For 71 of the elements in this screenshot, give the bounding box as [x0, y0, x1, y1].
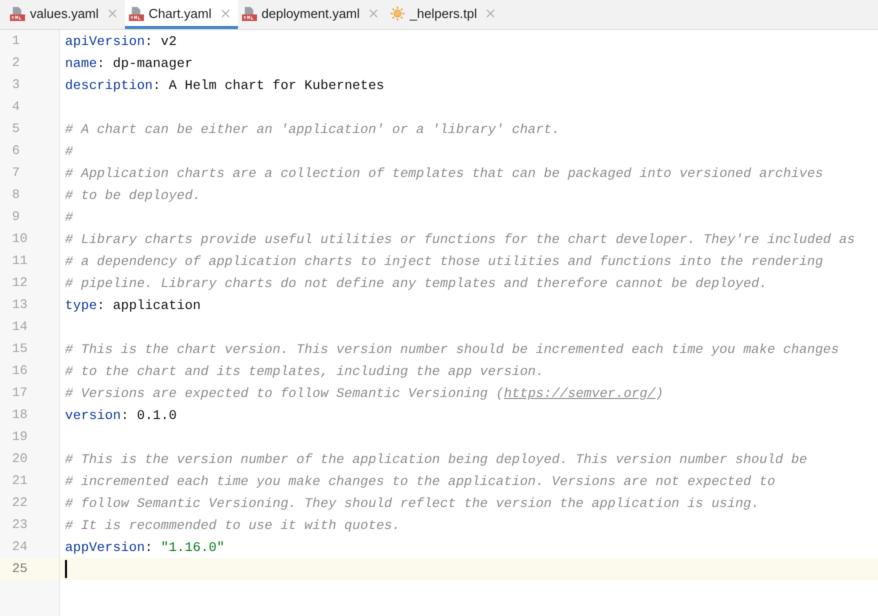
- line-number: 18: [11, 406, 29, 424]
- close-icon[interactable]: [220, 8, 230, 18]
- close-icon[interactable]: [368, 8, 378, 18]
- line-number: 20: [11, 450, 29, 468]
- line-number: 16: [11, 362, 29, 380]
- comment: #: [65, 144, 73, 158]
- line-number: 9: [11, 208, 21, 226]
- line-number: 5: [11, 120, 21, 138]
- yaml-value: v2: [160, 34, 177, 48]
- line-number: 21: [11, 472, 29, 490]
- comment: # to the chart and its templates, including the app version.: [65, 364, 544, 378]
- close-icon[interactable]: [486, 8, 495, 18]
- colon: :: [120, 408, 129, 422]
- file-tab[interactable]: values.yaml: [6, 0, 125, 29]
- line-number: 8: [11, 186, 21, 204]
- line-number: 12: [11, 274, 29, 292]
- comment: # to be deployed.: [65, 188, 201, 202]
- close-icon[interactable]: [108, 8, 117, 18]
- yaml-key: apiVersion: [65, 34, 145, 48]
- yaml-value: A Helm chart for Kubernetes: [168, 78, 384, 92]
- yaml-value: 0.1.0: [136, 408, 177, 422]
- line-number: 22: [11, 494, 29, 512]
- file-tab[interactable]: _helpers.tpl: [386, 0, 503, 29]
- yaml-key: name: [65, 56, 97, 70]
- yaml-value: dp-manager: [112, 56, 193, 70]
- text-cursor: [65, 560, 67, 578]
- comment: # Library charts provide useful utilities or functions for the chart developer. They're included as: [65, 232, 855, 246]
- colon: :: [144, 34, 153, 48]
- comment: # A chart can be either an 'application' or a 'library' chart.: [65, 122, 560, 136]
- yaml-value: "1.16.0": [160, 540, 225, 554]
- comment: # a dependency of application charts to inject those utilities and functions into the rendering: [65, 254, 824, 268]
- line-number: 25: [0, 558, 59, 580]
- yaml-file-icon: [10, 6, 25, 20]
- comment: # Versions are expected to follow Semantic Versioning (https://semver.org/): [65, 386, 664, 400]
- yaml-key: description: [65, 78, 153, 92]
- line-number: 6: [11, 142, 21, 160]
- sun-icon: [390, 6, 405, 20]
- line-number: 24: [11, 538, 29, 556]
- line-number: 11: [11, 252, 29, 270]
- line-number: 15: [11, 340, 29, 358]
- colon: :: [96, 56, 105, 70]
- file-tab[interactable]: Chart.yaml: [124, 0, 238, 29]
- comment: # pipeline. Library charts do not define any templates and therefore cannot be deployed.: [65, 276, 768, 290]
- line-number: 1: [11, 32, 21, 50]
- comment: # Application charts are a collection of templates that can be packaged into versioned archives: [65, 166, 824, 180]
- line-number: 4: [11, 98, 21, 116]
- comment: # This is the chart version. This version number should be incremented each time you make changes: [65, 342, 840, 356]
- colon: :: [96, 298, 105, 312]
- yaml-key: version: [65, 408, 121, 422]
- comment: # follow Semantic Versioning. They should reflect the version the application is using.: [65, 496, 760, 510]
- line-number: 19: [11, 428, 29, 446]
- yaml-file-icon: [128, 6, 144, 20]
- comment: # It is recommended to use it with quotes.: [65, 518, 400, 532]
- colon: :: [144, 540, 153, 554]
- comment: # This is the version number of the application being deployed. This version number should be: [65, 452, 808, 466]
- colon: :: [152, 78, 161, 92]
- line-number: 10: [11, 230, 29, 248]
- yaml-key: appVersion: [65, 540, 145, 554]
- yaml-value: application: [112, 298, 201, 312]
- file-tab[interactable]: deployment.yaml: [238, 0, 386, 29]
- line-number: 17: [11, 384, 29, 402]
- line-number: 2: [11, 54, 21, 72]
- yaml-file-icon: [242, 6, 256, 20]
- line-number: 7: [11, 164, 21, 182]
- line-number: 3: [11, 76, 21, 94]
- line-number: 13: [11, 296, 29, 314]
- line-number: 14: [11, 318, 29, 336]
- comment: #: [65, 210, 73, 224]
- yaml-key: type: [65, 298, 97, 312]
- comment: # incremented each time you make changes to the application. Versions are not expected to: [65, 474, 776, 488]
- line-number: 23: [11, 516, 29, 534]
